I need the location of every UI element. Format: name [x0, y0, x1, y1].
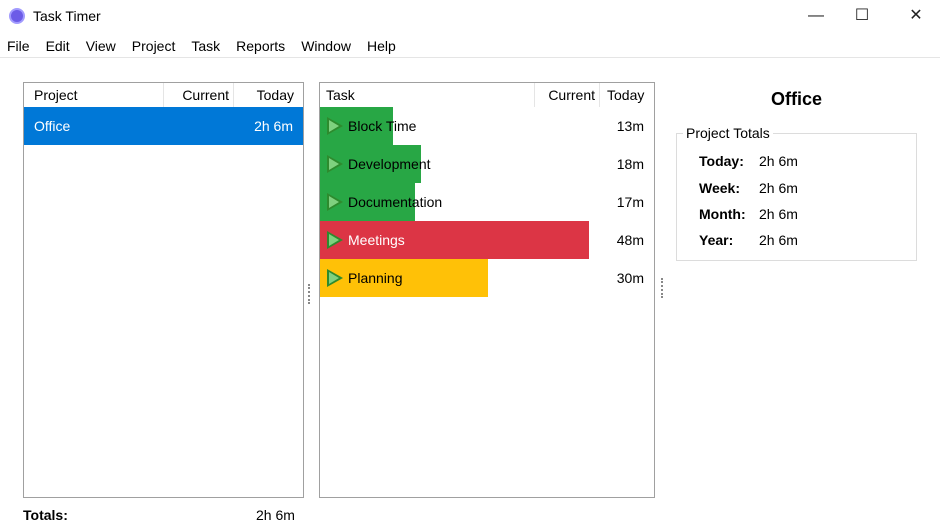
splitter-handle[interactable]	[661, 278, 664, 298]
year-label: Year:	[699, 232, 734, 248]
today-column-header[interactable]: Today	[600, 83, 654, 107]
menu-task[interactable]: Task	[183, 36, 228, 57]
project-list[interactable]: Project Current Today Office 2h 6m	[23, 82, 304, 498]
task-row[interactable]: Planning 30m	[320, 259, 654, 297]
month-value: 2h 6m	[759, 206, 798, 222]
menu-reports[interactable]: Reports	[228, 36, 293, 57]
task-today: 13m	[616, 118, 644, 134]
task-list[interactable]: Task Current Today Block Time 13m Developm…	[319, 82, 655, 498]
current-column-header[interactable]: Current	[535, 83, 600, 107]
menu-help[interactable]: Help	[359, 36, 404, 57]
menu-view[interactable]: View	[78, 36, 124, 57]
project-row-office[interactable]: Office 2h 6m	[24, 107, 303, 145]
task-row[interactable]: Meetings 48m	[320, 221, 654, 259]
task-today: 48m	[616, 232, 644, 248]
task-name: Planning	[348, 270, 403, 286]
month-label: Month:	[699, 206, 746, 222]
task-row[interactable]: Documentation 17m	[320, 183, 654, 221]
task-name: Documentation	[348, 194, 443, 210]
menu-file[interactable]: File	[0, 36, 38, 57]
week-value: 2h 6m	[759, 180, 798, 196]
minimize-button[interactable]: —	[793, 0, 839, 32]
play-icon[interactable]	[327, 117, 343, 135]
title-bar: Task Timer — ☐ ✕	[0, 0, 940, 32]
menu-window[interactable]: Window	[293, 36, 359, 57]
totals-value: 2h 6m	[256, 507, 295, 523]
play-icon[interactable]	[327, 155, 343, 173]
menu-project[interactable]: Project	[124, 36, 184, 57]
task-name: Block Time	[348, 118, 417, 134]
task-row[interactable]: Development 18m	[320, 145, 654, 183]
project-totals-legend: Project Totals	[683, 125, 773, 141]
app-icon	[9, 8, 25, 24]
play-icon[interactable]	[327, 193, 343, 211]
today-label: Today:	[699, 153, 744, 169]
task-column-header[interactable]: Task	[320, 83, 535, 107]
play-icon[interactable]	[327, 269, 343, 287]
task-today: 18m	[616, 156, 644, 172]
play-icon[interactable]	[327, 231, 343, 249]
task-name: Meetings	[348, 232, 405, 248]
current-column-header[interactable]: Current	[164, 83, 234, 107]
task-today: 30m	[616, 270, 644, 286]
project-column-header[interactable]: Project	[24, 83, 164, 107]
week-label: Week:	[699, 180, 740, 196]
task-time-bar	[320, 259, 488, 297]
project-name: Office	[34, 118, 71, 134]
project-today: 2h 6m	[254, 118, 293, 134]
task-row[interactable]: Block Time 13m	[320, 107, 654, 145]
close-button[interactable]: ✕	[893, 0, 939, 32]
task-today: 17m	[616, 194, 644, 210]
maximize-button[interactable]: ☐	[839, 0, 885, 32]
window-title: Task Timer	[33, 8, 101, 24]
today-column-header[interactable]: Today	[234, 83, 304, 107]
menu-edit[interactable]: Edit	[38, 36, 78, 57]
task-name: Development	[348, 156, 431, 172]
year-value: 2h 6m	[759, 232, 798, 248]
menu-bar: File Edit View Project Task Reports Wind…	[0, 36, 940, 58]
splitter-handle[interactable]	[308, 284, 311, 304]
totals-label: Totals:	[23, 507, 68, 523]
today-value: 2h 6m	[759, 153, 798, 169]
detail-title: Office	[770, 89, 822, 109]
